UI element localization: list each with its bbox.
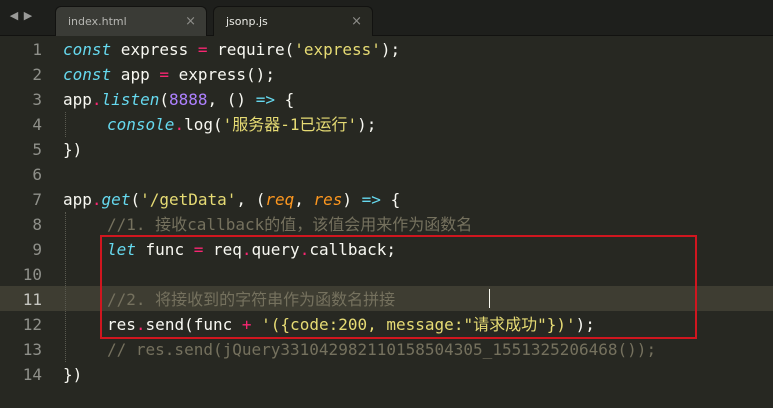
line-number: 5 xyxy=(32,140,42,159)
nav-forward-icon[interactable]: ▶ xyxy=(21,9,35,23)
code-line-8: //1. 接收callback的值，该值会用来作为函数名 xyxy=(107,215,473,234)
line-number: 8 xyxy=(32,215,42,234)
line-number: 12 xyxy=(22,315,42,334)
line-number: 3 xyxy=(32,90,42,109)
line-number: 7 xyxy=(32,190,42,209)
indent-guide xyxy=(65,112,66,137)
code-line-5: }) xyxy=(63,140,83,159)
line-number: 14 xyxy=(22,365,42,384)
line-number: 6 xyxy=(32,165,42,184)
code-line-12: res.send(func + '({code:200, message:"请求… xyxy=(107,315,595,334)
code-line-14: }) xyxy=(63,365,83,384)
code-line-7: app.get('/getData', (req, res) => { xyxy=(63,190,401,209)
line-number: 10 xyxy=(22,265,42,284)
tab-bar: ◀ ▶ index.html × jsonp.js × xyxy=(0,0,773,36)
code-line-9: let func = req.query.callback; xyxy=(107,240,397,259)
nav-back-icon[interactable]: ◀ xyxy=(7,9,21,23)
code-line-3: app.listen(8888, () => { xyxy=(63,90,295,109)
line-number: 4 xyxy=(32,115,42,134)
tab-jsonp-js[interactable]: jsonp.js × xyxy=(213,6,373,36)
line-number: 1 xyxy=(32,40,42,59)
editor-window: ◀ ▶ index.html × jsonp.js × 1 2 3 4 5 6 … xyxy=(0,0,773,408)
indent-guide xyxy=(65,212,66,362)
line-number: 13 xyxy=(22,340,42,359)
code-line-2: const app = express(); xyxy=(63,65,275,84)
tab-close-icon[interactable]: × xyxy=(185,14,196,29)
code-line-11: //2. 将接收到的字符串作为函数名拼接 xyxy=(107,290,396,309)
tab-index-html[interactable]: index.html × xyxy=(55,6,207,36)
code-line-1: const express = require('express'); xyxy=(63,40,401,59)
line-number-current: 11 xyxy=(22,290,42,309)
line-number: 2 xyxy=(32,65,42,84)
code-line-13: // res.send(jQuery33104298211015850430​5… xyxy=(107,340,657,359)
tab-label: index.html xyxy=(68,15,127,28)
code-line-4: console.log('服务器-1已运行'); xyxy=(107,115,377,134)
code-area[interactable]: const express = require('express'); cons… xyxy=(63,37,773,408)
tab-close-icon[interactable]: × xyxy=(351,14,362,29)
tab-label: jsonp.js xyxy=(226,15,268,28)
text-cursor xyxy=(489,289,490,308)
line-number: 9 xyxy=(32,240,42,259)
line-number-gutter: 1 2 3 4 5 6 7 8 9 10 11 12 13 14 xyxy=(0,37,56,408)
